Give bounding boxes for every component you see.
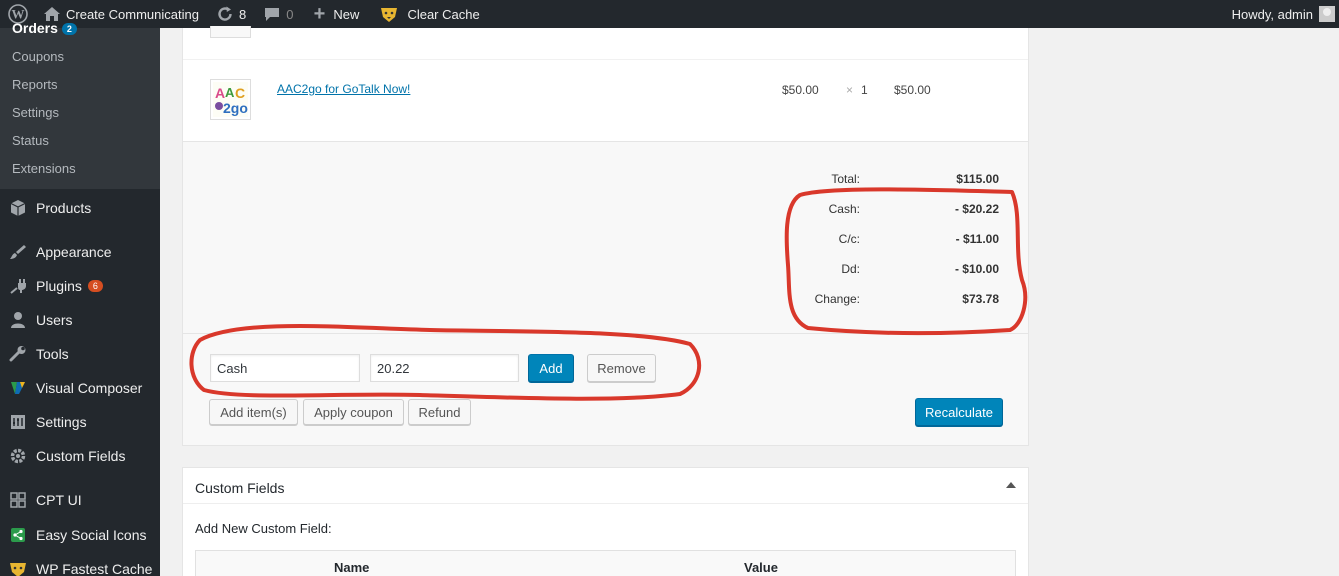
refund-button[interactable]: Refund <box>408 399 471 425</box>
sidebar-item-cpt-ui[interactable]: CPT UI <box>0 483 160 517</box>
admin-bar: W Create Communicating 8 0 + New Clear C… <box>0 0 1339 28</box>
updates-count: 8 <box>238 6 247 22</box>
order-actions: Add Remove Add item(s) Apply coupon Refu… <box>182 333 1029 446</box>
cash-label: Cash: <box>828 202 860 216</box>
custom-fields-box: Custom Fields Add New Custom Field: Name… <box>182 467 1029 576</box>
custom-fields-title: Custom Fields <box>195 480 285 496</box>
recalculate-button[interactable]: Recalculate <box>915 398 1003 426</box>
item-qty: 1 <box>861 83 868 97</box>
my-account-menu[interactable]: Howdy, admin <box>1224 0 1339 28</box>
payment-amount-input[interactable] <box>370 354 519 382</box>
avatar <box>1319 6 1335 22</box>
plugins-update-badge: 6 <box>87 280 103 292</box>
new-label: New <box>333 6 360 22</box>
cc-value: - $11.00 <box>955 232 999 246</box>
comments-count: 0 <box>286 6 294 22</box>
svg-text:A: A <box>225 85 235 100</box>
sidebar-item-easy-social-icons[interactable]: Easy Social Icons <box>0 518 160 552</box>
user-icon <box>0 311 36 329</box>
vc-icon <box>0 379 36 397</box>
svg-text:C: C <box>235 85 245 101</box>
add-new-custom-field-label: Add New Custom Field: <box>195 521 332 536</box>
sidebar-item-visual-composer[interactable]: Visual Composer <box>0 371 160 405</box>
share-icon <box>0 526 36 544</box>
submenu-item-reports[interactable]: Reports <box>12 77 58 92</box>
sidebar-item-users[interactable]: Users <box>0 303 160 337</box>
sidebar-item-plugins[interactable]: Plugins 6 <box>0 269 160 303</box>
order-items-panel: A A C 2go AAC2go for GoTalk Now! $50.00 … <box>182 26 1029 142</box>
cheetah-icon <box>0 560 36 576</box>
wrench-icon <box>0 345 36 363</box>
sidebar-item-wp-fastest-cache[interactable]: WP Fastest Cache <box>0 552 160 576</box>
total-value: $115.00 <box>956 172 999 186</box>
refresh-icon <box>215 4 235 24</box>
paintbrush-icon <box>0 243 36 261</box>
item-total: $50.00 <box>894 83 931 97</box>
sidebar-item-settings[interactable]: Settings <box>0 405 160 439</box>
change-label: Change: <box>814 292 860 306</box>
sidebar-item-appearance[interactable]: Appearance <box>0 235 160 269</box>
order-totals: Total: $115.00 Cash: - $20.22 C/c: - $11… <box>182 142 1029 333</box>
item-thumbnail: A A C 2go <box>210 79 251 120</box>
apply-coupon-button[interactable]: Apply coupon <box>303 399 404 425</box>
comment-icon <box>262 4 282 24</box>
remove-payment-button[interactable]: Remove <box>587 354 656 382</box>
custom-fields-table-header: Name Value <box>195 550 1016 576</box>
clear-cache-menu[interactable]: Clear Cache <box>367 0 487 28</box>
clear-cache-label: Clear Cache <box>407 6 480 22</box>
plus-icon: + <box>313 2 326 25</box>
change-value: $73.78 <box>962 292 999 306</box>
settings-icon <box>0 413 36 431</box>
comments-menu[interactable]: 0 <box>254 0 301 28</box>
gear-icon <box>0 447 36 465</box>
orders-count-badge: 2 <box>61 23 77 36</box>
submenu-item-orders[interactable]: Orders 2 <box>12 20 77 36</box>
add-payment-button[interactable]: Add <box>528 354 574 382</box>
grid-icon <box>0 491 36 509</box>
previous-item-thumbnail <box>210 26 251 38</box>
collapse-arrow-icon[interactable] <box>1006 482 1016 488</box>
updates-menu[interactable]: 8 <box>207 0 254 28</box>
total-label: Total: <box>831 172 860 186</box>
products-icon <box>0 199 36 217</box>
submenu-item-settings[interactable]: Settings <box>12 105 59 120</box>
submenu-item-coupons[interactable]: Coupons <box>12 49 64 64</box>
dd-value: - $10.00 <box>954 262 999 276</box>
svg-text:2go: 2go <box>223 100 248 116</box>
sidebar-item-tools[interactable]: Tools <box>0 337 160 371</box>
item-qty-sep: × <box>846 83 854 97</box>
cc-label: C/c: <box>838 232 860 246</box>
submenu-item-extensions[interactable]: Extensions <box>12 161 76 176</box>
item-row-divider <box>183 59 1028 60</box>
sidebar-item-products[interactable]: Products <box>0 191 160 225</box>
custom-fields-header[interactable]: Custom Fields <box>183 468 1028 504</box>
item-cost: $50.00 <box>782 83 819 97</box>
new-content-menu[interactable]: + New <box>301 0 367 28</box>
woocommerce-submenu: Orders 2 Coupons Reports Settings Status … <box>0 20 160 189</box>
svg-text:A: A <box>215 85 225 101</box>
site-name: Create Communicating <box>66 6 199 22</box>
column-value-header: Value <box>744 560 778 575</box>
plugin-icon <box>0 277 36 295</box>
cheetah-icon <box>379 4 399 24</box>
column-name-header: Name <box>334 560 370 575</box>
submenu-item-status[interactable]: Status <box>12 133 49 148</box>
add-items-button[interactable]: Add item(s) <box>209 399 298 425</box>
cash-value: - $20.22 <box>954 202 999 216</box>
dd-label: Dd: <box>841 262 860 276</box>
admin-sidebar: Orders 2 Coupons Reports Settings Status … <box>0 20 160 576</box>
sidebar-item-custom-fields[interactable]: Custom Fields <box>0 439 160 473</box>
howdy-label: Howdy, admin <box>1231 6 1313 22</box>
item-name-link[interactable]: AAC2go for GoTalk Now! <box>277 82 410 96</box>
payment-method-input[interactable] <box>210 354 360 382</box>
